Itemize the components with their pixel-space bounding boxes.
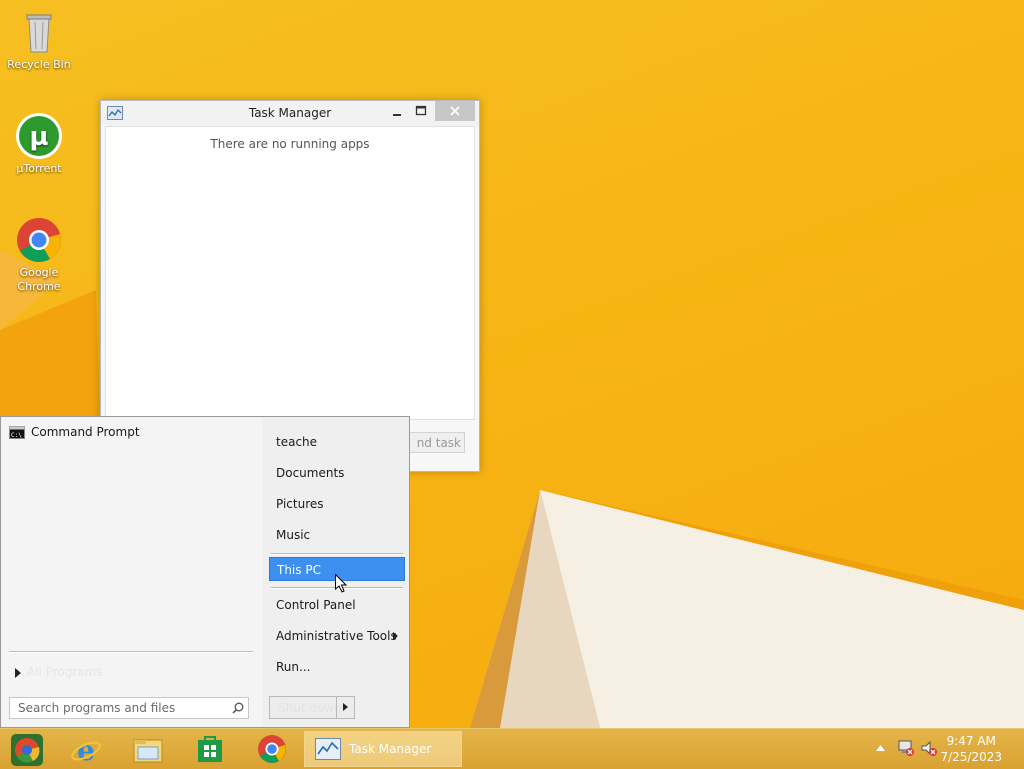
empty-message: There are no running apps <box>210 137 370 151</box>
task-manager-icon <box>315 738 341 760</box>
chrome-icon <box>15 216 63 264</box>
start-menu: C:\ Command Prompt All Programs Search p… <box>0 416 410 728</box>
taskbar-file-explorer[interactable] <box>128 731 168 767</box>
menu-item-documents[interactable]: Documents <box>269 461 405 485</box>
taskbar-google-chrome[interactable] <box>252 731 292 767</box>
all-programs-item[interactable]: All Programs <box>11 663 251 683</box>
clock-date: 7/25/2023 <box>940 750 1002 764</box>
separator <box>9 651 253 653</box>
desktop: Recycle Bin µ µTorrent Google Chrome Tas… <box>0 0 1024 728</box>
taskbar: e Task Manager 9:47 AM 7/25/2023 <box>0 728 1024 769</box>
taskbar-task-manager[interactable]: Task Manager <box>304 731 462 767</box>
menu-item-control-panel[interactable]: Control Panel <box>269 593 405 617</box>
end-task-button[interactable]: nd task <box>401 432 465 453</box>
trash-icon <box>15 8 63 56</box>
network-icon[interactable] <box>897 739 915 757</box>
menu-item-administrative-tools[interactable]: Administrative Tools <box>269 624 405 648</box>
start-menu-places-pane: teache Documents Pictures Music This PC … <box>263 417 409 727</box>
utorrent-shortcut[interactable]: µ µTorrent <box>1 112 77 176</box>
all-programs-label: All Programs <box>27 665 103 679</box>
store-icon <box>198 736 222 762</box>
title-bar[interactable]: Task Manager <box>101 101 479 126</box>
shutdown-label: Shut down <box>278 701 342 715</box>
menu-item-user-folder[interactable]: teache <box>269 430 405 454</box>
google-chrome-shortcut[interactable]: Google Chrome <box>1 216 77 294</box>
submenu-arrow-icon <box>393 632 398 640</box>
utorrent-label: µTorrent <box>16 162 62 175</box>
minimize-button[interactable] <box>387 101 407 121</box>
maximize-icon <box>415 105 427 116</box>
taskbar-internet-explorer[interactable]: e <box>66 731 106 767</box>
start-button[interactable] <box>6 731 46 767</box>
menu-item-label: Administrative Tools <box>276 629 397 643</box>
chrome-icon <box>258 735 286 763</box>
mouse-cursor-icon <box>335 574 348 593</box>
program-item-command-prompt[interactable]: C:\ Command Prompt <box>7 423 257 443</box>
internet-explorer-icon: e <box>71 734 101 766</box>
recycle-bin-label: Recycle Bin <box>7 58 71 71</box>
taskbar-button-label: Task Manager <box>349 742 432 756</box>
close-button[interactable] <box>435 101 475 121</box>
search-input[interactable]: Search programs and files <box>9 697 249 719</box>
start-orb-icon <box>11 734 43 766</box>
chrome-label: Google Chrome <box>17 266 61 293</box>
show-hidden-icons-icon[interactable] <box>876 745 885 751</box>
maximize-button[interactable] <box>411 101 431 121</box>
minimize-icon <box>393 114 401 116</box>
clock[interactable]: 9:47 AM 7/25/2023 <box>940 733 1002 765</box>
menu-item-run[interactable]: Run... <box>269 655 405 679</box>
process-list[interactable]: There are no running apps <box>105 126 475 420</box>
menu-item-music[interactable]: Music <box>269 523 405 547</box>
command-prompt-icon: C:\ <box>9 426 25 443</box>
start-menu-programs-pane: C:\ Command Prompt All Programs Search p… <box>1 417 263 727</box>
search-placeholder: Search programs and files <box>18 701 176 715</box>
close-icon <box>450 106 460 116</box>
shutdown-button[interactable]: Shut down <box>269 696 355 719</box>
volume-muted-icon[interactable] <box>920 739 938 757</box>
chevron-right-icon <box>343 703 348 711</box>
svg-text:e: e <box>77 734 95 766</box>
clock-time: 9:47 AM <box>946 734 996 748</box>
recycle-bin-icon[interactable]: Recycle Bin <box>1 8 77 72</box>
separator <box>271 553 403 555</box>
svg-text:C:\: C:\ <box>11 432 22 439</box>
svg-text:µ: µ <box>29 122 48 152</box>
folder-icon <box>133 739 163 763</box>
shutdown-options-button[interactable] <box>336 697 355 718</box>
triangle-right-icon <box>15 668 21 678</box>
program-label: Command Prompt <box>31 425 140 439</box>
utorrent-icon: µ <box>15 112 63 160</box>
menu-item-pictures[interactable]: Pictures <box>269 492 405 516</box>
search-icon <box>232 702 244 714</box>
taskbar-store[interactable] <box>190 731 230 767</box>
